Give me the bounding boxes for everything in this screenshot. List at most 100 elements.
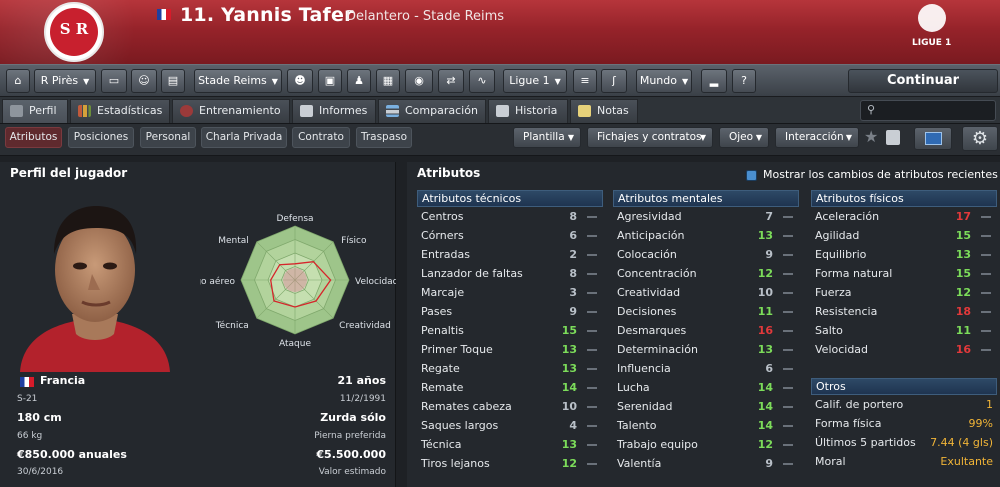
attribute-row[interactable]: Forma física 99% xyxy=(811,414,997,433)
attribute-row[interactable]: Serenidad 14 xyxy=(613,397,799,416)
player-position-club[interactable]: Delantero - Stade Reims xyxy=(346,9,504,24)
tab-estadisticas[interactable]: Estadísticas xyxy=(70,99,170,123)
attribute-row[interactable]: Velocidad 16 xyxy=(811,340,997,359)
tab-perfil[interactable]: Perfil xyxy=(2,99,68,123)
club-select[interactable]: Stade Reims ▼ xyxy=(194,69,282,93)
club-crest-icon[interactable]: S R xyxy=(44,2,104,62)
manager-select[interactable]: R Pirès ▼ xyxy=(34,69,96,93)
tab-label: Comparación xyxy=(405,104,478,117)
attribute-row[interactable]: Lanzador de faltas 8 xyxy=(417,264,603,283)
interaction-dropdown[interactable]: Interacción ▼ xyxy=(775,127,859,148)
home-icon[interactable]: ⌂ xyxy=(6,69,30,93)
notes-icon[interactable]: ▤ xyxy=(161,69,185,93)
attribute-row[interactable]: Concentración 12 xyxy=(613,264,799,283)
league-logo-icon[interactable]: LIGUE 1 xyxy=(898,2,978,62)
attribute-row[interactable]: Saques largos 4 xyxy=(417,416,603,435)
attribute-row[interactable]: Lucha 14 xyxy=(613,378,799,397)
scout-dropdown[interactable]: Ojeo ▼ xyxy=(719,127,769,148)
subtab-personal[interactable]: Personal xyxy=(140,127,196,148)
tab-comparacion[interactable]: Comparación xyxy=(378,99,486,123)
profile-tabs: Perfil Estadísticas Entrenamiento Inform… xyxy=(0,97,1000,124)
league-select[interactable]: Ligue 1 ▼ xyxy=(503,69,567,93)
report-icon xyxy=(300,105,313,117)
view-mode-button[interactable] xyxy=(914,127,952,150)
transfers-icon[interactable]: ⇄ xyxy=(438,69,464,93)
attribute-row[interactable]: Córners 6 xyxy=(417,226,603,245)
notes-icon[interactable] xyxy=(886,130,900,145)
attribute-row[interactable]: Decisiones 11 xyxy=(613,302,799,321)
attribute-name: Penaltis xyxy=(421,324,464,337)
attribute-row[interactable]: Desmarques 16 xyxy=(613,321,799,340)
attribute-row[interactable]: Regate 13 xyxy=(417,359,603,378)
attribute-row[interactable]: Anticipación 13 xyxy=(613,226,799,245)
inbox-icon[interactable]: ▭ xyxy=(101,69,127,93)
attribute-row[interactable]: Marcaje 3 xyxy=(417,283,603,302)
attribute-row[interactable]: Salto 11 xyxy=(811,321,997,340)
squad-icon[interactable]: ☻ xyxy=(287,69,313,93)
attribute-row[interactable]: Moral Exultante xyxy=(811,452,997,471)
attribute-row[interactable]: Fuerza 12 xyxy=(811,283,997,302)
attribute-row[interactable]: Influencia 6 xyxy=(613,359,799,378)
attribute-row[interactable]: Agilidad 15 xyxy=(811,226,997,245)
attribute-row[interactable]: Últimos 5 partidos 7.44 (4 gls) xyxy=(811,433,997,452)
tab-informes[interactable]: Informes xyxy=(292,99,376,123)
player-profile-screen: S R 11. Yannis Tafer Delantero - Stade R… xyxy=(0,0,1000,487)
podium-icon[interactable]: ▂ xyxy=(701,69,727,93)
list-icon[interactable]: ≡ xyxy=(573,69,597,93)
star-icon[interactable]: ★ xyxy=(864,127,878,146)
preferred-foot: Zurda sólo xyxy=(320,411,386,424)
attribute-row[interactable]: Remate 14 xyxy=(417,378,603,397)
rules-icon[interactable]: ʃ xyxy=(601,69,627,93)
attribute-row[interactable]: Técnica 13 xyxy=(417,435,603,454)
nation[interactable]: Francia xyxy=(40,374,85,387)
finances-icon[interactable]: ∿ xyxy=(469,69,495,93)
attribute-row[interactable]: Equilibrio 13 xyxy=(811,245,997,264)
attribute-row[interactable]: Valentía 9 xyxy=(613,454,799,473)
attribute-value: 13 xyxy=(561,362,577,375)
weight: 66 kg xyxy=(17,431,43,441)
attribute-row[interactable]: Tiros lejanos 12 xyxy=(417,454,603,473)
subtab-traspaso[interactable]: Traspaso xyxy=(356,127,412,148)
attribute-row[interactable]: Aceleración 17 xyxy=(811,207,997,226)
attribute-row[interactable]: Talento 14 xyxy=(613,416,799,435)
attribute-name: Anticipación xyxy=(617,229,685,242)
attribute-row[interactable]: Determinación 13 xyxy=(613,340,799,359)
tab-notas[interactable]: Notas xyxy=(570,99,638,123)
attribute-row[interactable]: Forma natural 15 xyxy=(811,264,997,283)
calendar-icon[interactable]: ▦ xyxy=(376,69,400,93)
attribute-name: Saques largos xyxy=(421,419,499,432)
subtab-contrato[interactable]: Contrato xyxy=(292,127,350,148)
no-change-dash-icon xyxy=(981,273,991,275)
attribute-row[interactable]: Colocación 9 xyxy=(613,245,799,264)
people-icon[interactable]: ☺ xyxy=(131,69,157,93)
tab-historia[interactable]: Historia xyxy=(488,99,568,123)
search-input[interactable]: ⚲ xyxy=(860,100,996,121)
continue-button[interactable]: Continuar xyxy=(848,69,998,93)
show-changes-checkbox[interactable] xyxy=(746,170,757,181)
tactics-icon[interactable]: ▣ xyxy=(318,69,342,93)
transfers-dropdown[interactable]: Fichajes y contratos ▼ xyxy=(587,127,713,148)
attribute-row[interactable]: Primer Toque 13 xyxy=(417,340,603,359)
attribute-row[interactable]: Entradas 2 xyxy=(417,245,603,264)
attribute-row[interactable]: Creatividad 10 xyxy=(613,283,799,302)
world-select[interactable]: Mundo ▼ xyxy=(636,69,692,93)
attribute-row[interactable]: Remates cabeza 10 xyxy=(417,397,603,416)
tab-entrenamiento[interactable]: Entrenamiento xyxy=(172,99,290,123)
attribute-row[interactable]: Calif. de portero 1 xyxy=(811,395,997,414)
attribute-row[interactable]: Trabajo equipo 12 xyxy=(613,435,799,454)
attribute-row[interactable]: Agresividad 7 xyxy=(613,207,799,226)
settings-gear-icon[interactable]: ⚙ xyxy=(962,126,998,151)
scouting-icon[interactable]: ◉ xyxy=(405,69,433,93)
subtab-atributos[interactable]: Atributos xyxy=(5,127,62,148)
attribute-row[interactable]: Penaltis 15 xyxy=(417,321,603,340)
subtab-posiciones[interactable]: Posiciones xyxy=(68,127,134,148)
wage: €850.000 anuales xyxy=(17,448,127,461)
attribute-row[interactable]: Resistencia 18 xyxy=(811,302,997,321)
attribute-row[interactable]: Pases 9 xyxy=(417,302,603,321)
training-icon[interactable]: ♟ xyxy=(347,69,371,93)
attribute-row[interactable]: Centros 8 xyxy=(417,207,603,226)
squad-dropdown[interactable]: Plantilla ▼ xyxy=(513,127,581,148)
show-changes-label[interactable]: Mostrar los cambios de atributos recient… xyxy=(763,168,998,181)
help-icon[interactable]: ? xyxy=(732,69,756,93)
subtab-charla-privada[interactable]: Charla Privada xyxy=(201,127,287,148)
